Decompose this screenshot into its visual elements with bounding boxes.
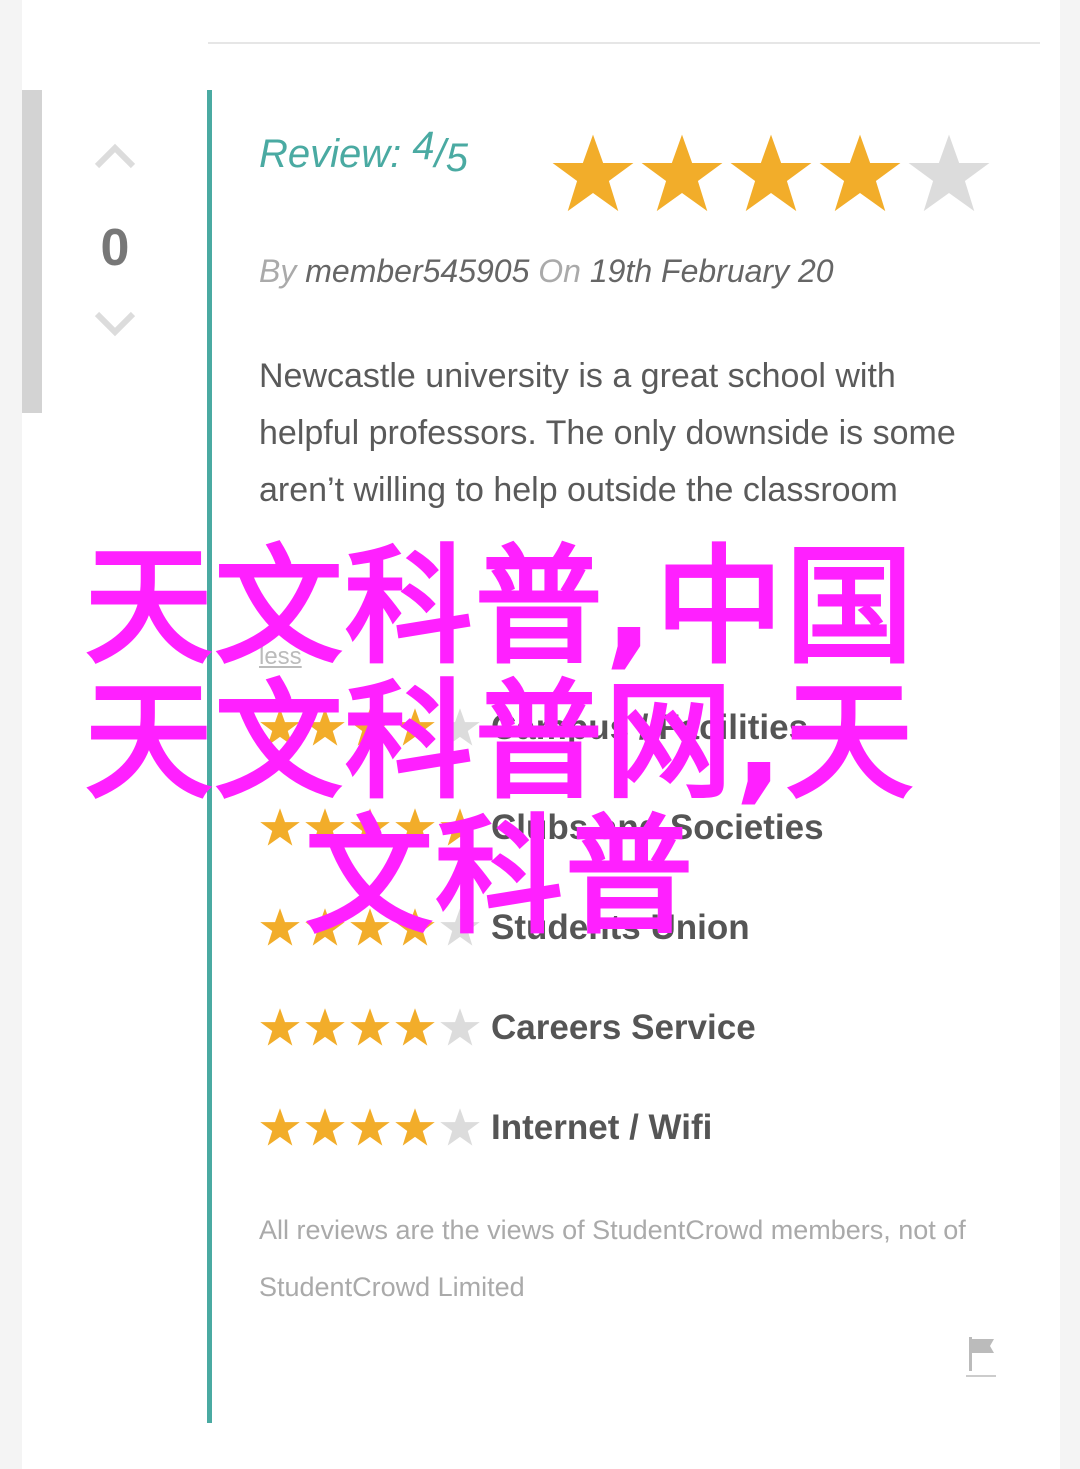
- star-filled-icon: [260, 1008, 300, 1046]
- category-label: Internet / Wifi: [491, 1108, 713, 1147]
- on-label: On: [538, 253, 581, 289]
- category-label: Campus / Facilities: [491, 708, 809, 747]
- by-label: By: [259, 253, 297, 289]
- star-filled-icon: [440, 808, 480, 846]
- star-filled-icon: [305, 1108, 345, 1146]
- star-filled-icon: [395, 708, 435, 746]
- star-empty-icon: [440, 708, 480, 746]
- star-filled-icon: [350, 708, 390, 746]
- star-filled-icon: [305, 708, 345, 746]
- star-filled-icon: [819, 134, 901, 212]
- vote-count: 0: [100, 219, 130, 277]
- chevron-down-icon[interactable]: [60, 310, 170, 345]
- star-filled-icon: [395, 808, 435, 846]
- review-score: 4: [412, 124, 435, 168]
- less-link[interactable]: less: [259, 643, 302, 671]
- star-filled-icon: [395, 1108, 435, 1146]
- review-heading: Review: 4/5: [259, 124, 469, 202]
- star-filled-icon: [552, 134, 634, 212]
- divider: [208, 42, 1040, 44]
- star-empty-icon: [440, 908, 480, 946]
- category-star-rating: [259, 707, 481, 749]
- category-rating-row: Clubs and Societies: [259, 798, 824, 858]
- star-filled-icon: [350, 1108, 390, 1146]
- byline: By member545905 On 19th February 20: [259, 253, 834, 290]
- star-filled-icon: [730, 134, 812, 212]
- category-rating-row: Campus / Facilities: [259, 698, 808, 758]
- overall-star-rating: [550, 132, 995, 218]
- category-label: Clubs and Societies: [491, 808, 824, 847]
- category-rating-row: Internet / Wifi: [259, 1098, 712, 1158]
- star-filled-icon: [260, 808, 300, 846]
- star-empty-icon: [440, 1108, 480, 1146]
- star-filled-icon: [641, 134, 723, 212]
- star-filled-icon: [260, 708, 300, 746]
- category-star-rating: [259, 1107, 481, 1149]
- review-slash: /: [434, 132, 446, 176]
- review-max: 5: [445, 136, 469, 180]
- review-date: 19th February 20: [589, 253, 834, 289]
- star-filled-icon: [305, 908, 345, 946]
- review-label: Review:: [259, 132, 402, 176]
- star-empty-icon: [440, 1008, 480, 1046]
- vote-strip: [22, 90, 42, 413]
- star-filled-icon: [395, 1008, 435, 1046]
- vote-widget: 0: [60, 130, 170, 370]
- star-filled-icon: [350, 808, 390, 846]
- star-filled-icon: [305, 808, 345, 846]
- accent-bar: [207, 90, 212, 1423]
- star-filled-icon: [395, 908, 435, 946]
- category-star-rating: [259, 907, 481, 949]
- star-filled-icon: [260, 1108, 300, 1146]
- category-rating-row: Students Union: [259, 898, 750, 958]
- star-filled-icon: [305, 1008, 345, 1046]
- category-label: Careers Service: [491, 1008, 756, 1047]
- star-filled-icon: [350, 1008, 390, 1046]
- flag-icon[interactable]: [966, 1335, 996, 1377]
- author-name[interactable]: member545905: [305, 253, 529, 289]
- category-label: Students Union: [491, 908, 750, 947]
- category-star-rating: [259, 807, 481, 849]
- disclaimer: All reviews are the views of StudentCrow…: [259, 1215, 966, 1302]
- category-star-rating: [259, 1007, 481, 1049]
- star-empty-icon: [908, 134, 990, 212]
- chevron-up-icon[interactable]: [60, 140, 170, 175]
- review-body: Newcastle university is a great school w…: [259, 357, 956, 509]
- category-rating-row: Careers Service: [259, 998, 756, 1058]
- star-filled-icon: [260, 908, 300, 946]
- star-filled-icon: [350, 908, 390, 946]
